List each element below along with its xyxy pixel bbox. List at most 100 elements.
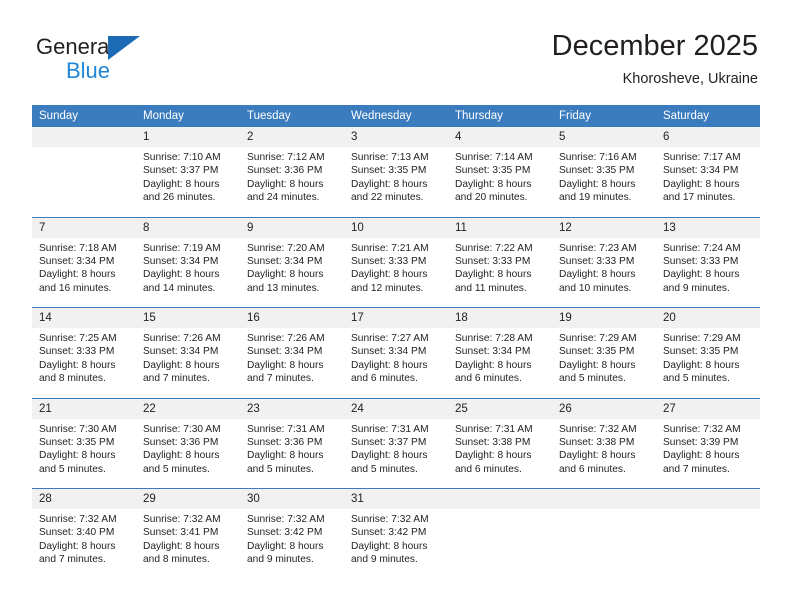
day-details: Sunrise: 7:19 AM Sunset: 3:34 PM Daylight:… [136,238,240,296]
sunset-text: Sunset: 3:35 PM [663,346,739,358]
day-number: 18 [448,308,552,328]
day-details: Sunrise: 7:20 AM Sunset: 3:34 PM Daylight:… [240,238,344,296]
sunrise-text: Sunrise: 7:32 AM [663,423,741,435]
sunrise-text: Sunrise: 7:32 AM [247,514,325,525]
daylight-text-line1: Daylight: 8 hours [143,450,220,462]
calendar-day-cell[interactable]: 7 Sunrise: 7:18 AM Sunset: 3:34 PM Daylight… [32,217,136,308]
calendar-day-cell[interactable]: 26 Sunrise: 7:32 AM Sunset: 3:38 PM Dayligh… [552,398,656,489]
calendar-day-cell[interactable]: 19 Sunrise: 7:29 AM Sunset: 3:35 PM Dayligh… [552,308,656,398]
sunset-text: Sunset: 3:37 PM [351,436,427,448]
calendar-day-cell[interactable]: 27 Sunrise: 7:32 AM Sunset: 3:39 PM Dayligh… [656,398,760,489]
day-number: 3 [344,127,448,147]
daylight-text-line2: and 7 minutes. [143,373,210,385]
calendar-day-cell[interactable]: 1 Sunrise: 7:10 AM Sunset: 3:37 PM Daylight… [136,127,240,217]
weekday-header-saturday: Saturday [656,105,760,127]
daylight-text-line1: Daylight: 8 hours [351,450,428,462]
calendar-day-cell[interactable]: 12 Sunrise: 7:23 AM Sunset: 3:33 PM Dayligh… [552,217,656,308]
day-number: 27 [656,398,760,419]
sunrise-text: Sunrise: 7:31 AM [455,423,533,435]
calendar-day-cell[interactable]: 8 Sunrise: 7:19 AM Sunset: 3:34 PM Daylight… [136,217,240,308]
sunset-text: Sunset: 3:34 PM [39,255,115,267]
daylight-text-line1: Daylight: 8 hours [455,450,532,462]
day-number: 29 [136,489,240,509]
calendar-day-cell[interactable]: 28 Sunrise: 7:32 AM Sunset: 3:40 PM Dayligh… [32,489,136,579]
day-number: 1 [136,127,240,147]
day-details: Sunrise: 7:26 AM Sunset: 3:34 PM Daylight:… [240,328,344,386]
daylight-text-line2: and 6 minutes. [455,463,522,475]
calendar-day-cell[interactable]: 22 Sunrise: 7:30 AM Sunset: 3:36 PM Dayligh… [136,398,240,489]
calendar-day-cell[interactable]: 15 Sunrise: 7:26 AM Sunset: 3:34 PM Dayligh… [136,308,240,398]
daylight-text-line2: and 5 minutes. [247,463,314,475]
day-number: 2 [240,127,344,147]
daylight-text-line1: Daylight: 8 hours [559,450,636,462]
daylight-text-line1: Daylight: 8 hours [39,269,116,281]
brand-logo[interactable]: General Blue [36,34,256,92]
weekday-header-wednesday: Wednesday [344,105,448,127]
day-details: Sunrise: 7:29 AM Sunset: 3:35 PM Daylight:… [656,328,760,386]
title-block: December 2025 Khorosheve, Ukraine [552,28,758,90]
sunrise-text: Sunrise: 7:22 AM [455,242,533,254]
calendar-day-cell[interactable]: 21 Sunrise: 7:30 AM Sunset: 3:35 PM Dayligh… [32,398,136,489]
sunrise-text: Sunrise: 7:32 AM [39,514,117,525]
calendar-week-row: 28 Sunrise: 7:32 AM Sunset: 3:40 PM Dayligh… [32,489,760,579]
calendar-day-cell[interactable]: 2 Sunrise: 7:12 AM Sunset: 3:36 PM Daylight… [240,127,344,217]
daylight-text-line1: Daylight: 8 hours [351,269,428,281]
daylight-text-line2: and 7 minutes. [663,463,730,475]
calendar-day-cell[interactable]: 10 Sunrise: 7:21 AM Sunset: 3:33 PM Dayligh… [344,217,448,308]
calendar-day-cell[interactable]: 3 Sunrise: 7:13 AM Sunset: 3:35 PM Daylight… [344,127,448,217]
calendar-body: 1 Sunrise: 7:10 AM Sunset: 3:37 PM Daylight… [32,127,760,579]
day-number: 22 [136,398,240,419]
calendar-day-cell[interactable]: 23 Sunrise: 7:31 AM Sunset: 3:36 PM Dayligh… [240,398,344,489]
calendar-day-cell[interactable]: 25 Sunrise: 7:31 AM Sunset: 3:38 PM Dayligh… [448,398,552,489]
daylight-text-line1: Daylight: 8 hours [559,269,636,281]
weekday-header-friday: Friday [552,105,656,127]
daylight-text-line1: Daylight: 8 hours [247,359,324,371]
page-header: General Blue December 2025 Khorosheve, U… [0,0,792,104]
sunrise-text: Sunrise: 7:19 AM [143,242,221,254]
day-details: Sunrise: 7:26 AM Sunset: 3:34 PM Daylight:… [136,328,240,386]
day-details: Sunrise: 7:32 AM Sunset: 3:42 PM Daylight:… [344,509,448,567]
daylight-text-line2: and 7 minutes. [39,554,106,566]
sunrise-text: Sunrise: 7:25 AM [39,333,117,344]
daylight-text-line2: and 8 minutes. [143,554,210,566]
day-number: 11 [448,217,552,238]
calendar-day-cell[interactable]: 31 Sunrise: 7:32 AM Sunset: 3:42 PM Dayligh… [344,489,448,579]
day-details: Sunrise: 7:30 AM Sunset: 3:35 PM Daylight:… [32,419,136,477]
sunrise-text: Sunrise: 7:21 AM [351,242,429,254]
calendar-day-cell[interactable]: 6 Sunrise: 7:17 AM Sunset: 3:34 PM Daylight… [656,127,760,217]
day-details: Sunrise: 7:14 AM Sunset: 3:35 PM Daylight:… [448,147,552,205]
day-number: 14 [32,308,136,328]
calendar-day-cell[interactable]: 16 Sunrise: 7:26 AM Sunset: 3:34 PM Dayligh… [240,308,344,398]
calendar-day-cell[interactable]: 18 Sunrise: 7:28 AM Sunset: 3:34 PM Dayligh… [448,308,552,398]
calendar-day-cell[interactable]: 5 Sunrise: 7:16 AM Sunset: 3:35 PM Daylight… [552,127,656,217]
calendar-day-cell[interactable]: 9 Sunrise: 7:20 AM Sunset: 3:34 PM Daylight… [240,217,344,308]
calendar-day-cell[interactable]: 13 Sunrise: 7:24 AM Sunset: 3:33 PM Dayligh… [656,217,760,308]
calendar-day-cell[interactable]: 30 Sunrise: 7:32 AM Sunset: 3:42 PM Dayligh… [240,489,344,579]
daylight-text-line1: Daylight: 8 hours [247,269,324,281]
sunrise-text: Sunrise: 7:23 AM [559,242,637,254]
day-details: Sunrise: 7:23 AM Sunset: 3:33 PM Daylight:… [552,238,656,296]
daylight-text-line2: and 13 minutes. [247,282,320,294]
sunrise-text: Sunrise: 7:16 AM [559,152,637,163]
calendar-day-cell[interactable]: 4 Sunrise: 7:14 AM Sunset: 3:35 PM Daylight… [448,127,552,217]
calendar-day-cell[interactable]: 29 Sunrise: 7:32 AM Sunset: 3:41 PM Dayligh… [136,489,240,579]
calendar-day-cell[interactable]: 20 Sunrise: 7:29 AM Sunset: 3:35 PM Dayligh… [656,308,760,398]
daylight-text-line1: Daylight: 8 hours [455,269,532,281]
calendar-day-cell[interactable]: 17 Sunrise: 7:27 AM Sunset: 3:34 PM Dayligh… [344,308,448,398]
daylight-text-line2: and 9 minutes. [247,554,314,566]
sunrise-text: Sunrise: 7:32 AM [143,514,221,525]
calendar-day-cell[interactable]: 24 Sunrise: 7:31 AM Sunset: 3:37 PM Dayligh… [344,398,448,489]
sunset-text: Sunset: 3:34 PM [455,346,531,358]
calendar-day-cell[interactable]: 14 Sunrise: 7:25 AM Sunset: 3:33 PM Dayligh… [32,308,136,398]
day-details: Sunrise: 7:13 AM Sunset: 3:35 PM Daylight:… [344,147,448,205]
daylight-text-line2: and 24 minutes. [247,192,320,204]
day-details: Sunrise: 7:32 AM Sunset: 3:38 PM Daylight:… [552,419,656,477]
sunrise-text: Sunrise: 7:31 AM [351,423,429,435]
daylight-text-line2: and 6 minutes. [455,373,522,385]
daylight-text-line2: and 14 minutes. [143,282,216,294]
day-number: 12 [552,217,656,238]
day-details: Sunrise: 7:32 AM Sunset: 3:40 PM Daylight:… [32,509,136,567]
day-details: Sunrise: 7:32 AM Sunset: 3:42 PM Daylight:… [240,509,344,567]
sunset-text: Sunset: 3:33 PM [663,255,739,267]
calendar-day-cell[interactable]: 11 Sunrise: 7:22 AM Sunset: 3:33 PM Dayligh… [448,217,552,308]
